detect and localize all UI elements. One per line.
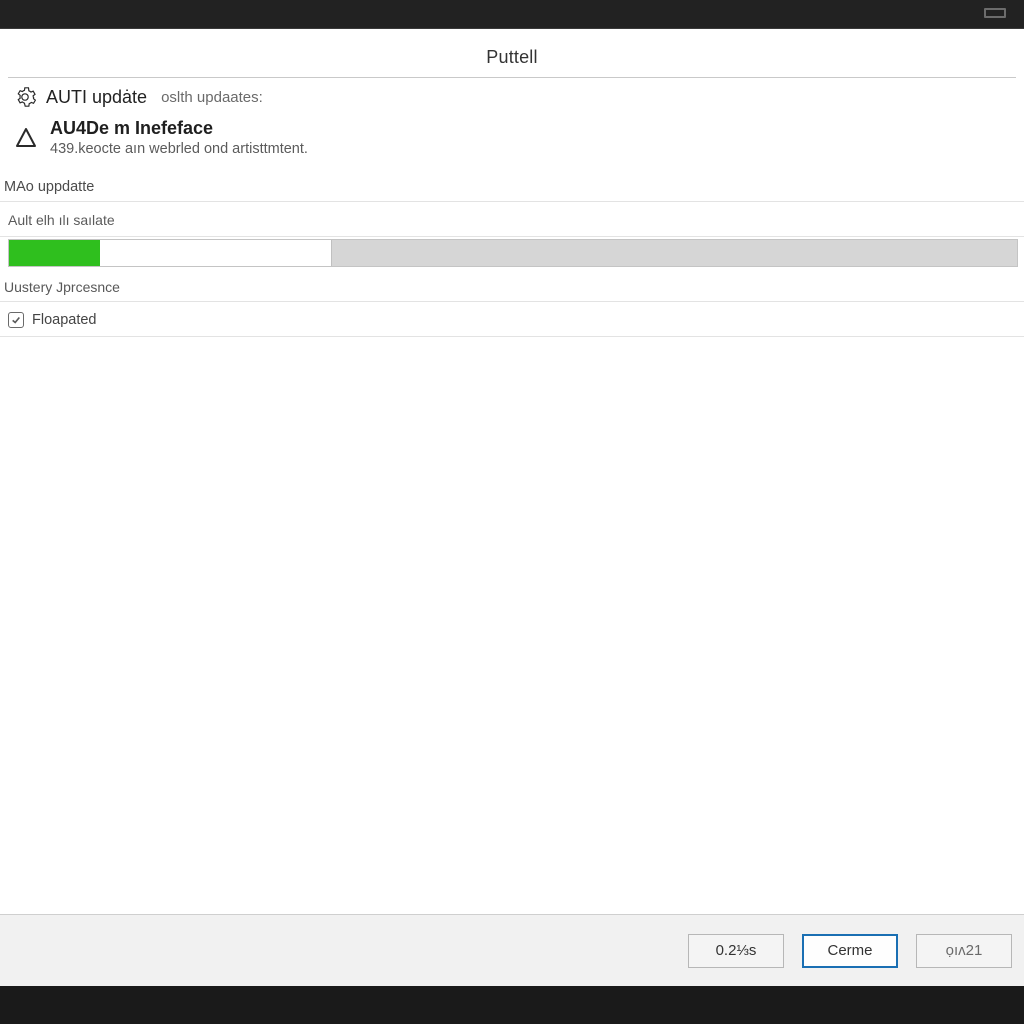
checkbox-label: Floapated	[32, 312, 97, 328]
section-label-presence: Uustery Jprcesnce	[0, 269, 1024, 301]
checkbox-row[interactable]: Floapated	[0, 302, 1024, 336]
gear-icon	[14, 86, 36, 108]
progress-bar	[8, 239, 1018, 267]
warning-icon	[14, 126, 38, 150]
footer-button-left[interactable]: 0.2⅓s	[688, 934, 784, 968]
window-title: Puttell	[0, 29, 1024, 82]
header-block: AUTI updȧte oslth updaates: AU4De m Inef…	[0, 78, 1024, 161]
window: Puttell AUTI updȧte oslth updaates: AU4	[0, 28, 1024, 986]
footer-button-middle[interactable]: Cerme	[802, 934, 898, 968]
divider	[0, 336, 1024, 337]
progress-wrap	[0, 237, 1024, 269]
header-row-2: AU4De m Inefeface 439.keocte aın webrled…	[14, 118, 1010, 157]
progress-label: Ault elh ılı saılate	[0, 202, 1024, 236]
update-desc: 439.keocte aın webrled ond artisttmtent.	[50, 141, 308, 157]
footer: 0.2⅓s Cerme ọıʌ21	[0, 914, 1024, 986]
update-title: AU4De m Inefeface	[50, 118, 308, 139]
header-title: AUTI updȧte	[46, 87, 147, 108]
checkbox-icon[interactable]	[8, 312, 24, 328]
section-label-update: MAo uppdatte	[0, 161, 1024, 201]
header-row-1: AUTI updȧte oslth updaates:	[14, 86, 1010, 108]
content-area: AUTI updȧte oslth updaates: AU4De m Inef…	[0, 77, 1024, 914]
footer-button-right[interactable]: ọıʌ21	[916, 934, 1012, 968]
titlebar	[0, 0, 1024, 28]
window-control-icon[interactable]	[984, 8, 1006, 18]
header-subtitle: oslth updaates:	[161, 89, 263, 106]
progress-fill	[9, 240, 100, 266]
